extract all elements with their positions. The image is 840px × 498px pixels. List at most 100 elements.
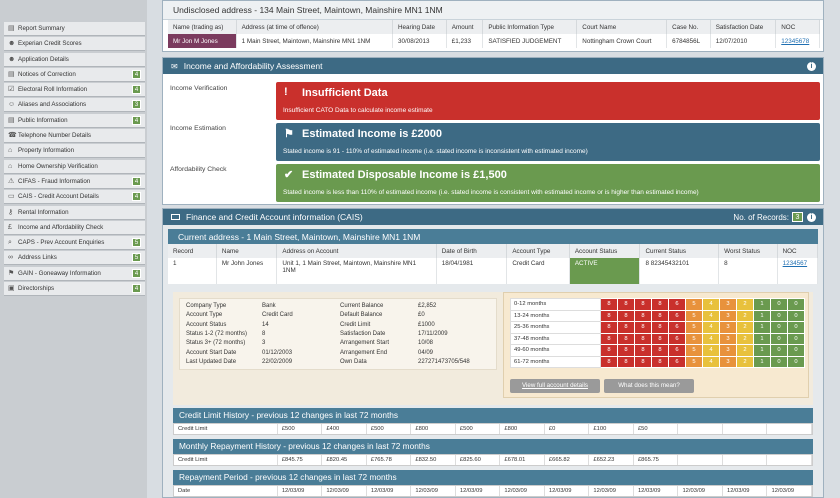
detail-value: £1000 [418, 321, 435, 328]
status-cell: 4 [702, 332, 720, 345]
status-cell: 8 [634, 309, 652, 322]
sidebar-item[interactable]: ▤ Notices of Correction 4 [4, 67, 145, 82]
flag-icon: ⚑ [8, 269, 15, 277]
user-icon: ☻ [8, 55, 16, 63]
sidebar-item[interactable]: ⚑ GAIN - Goneaway Information 4 [4, 266, 145, 281]
status-cell: 3 [719, 298, 737, 311]
history-value: £800 [411, 424, 456, 434]
history-label: Date [174, 486, 278, 496]
column-header: Amount [446, 20, 484, 34]
status-cell: 1 [753, 332, 771, 345]
sidebar-item[interactable]: ⌂ Property Information [4, 144, 145, 159]
sidebar-item[interactable]: ⌕ CAPS - Prev Account Enquiries 5 [4, 236, 145, 251]
count-badge: 4 [132, 69, 141, 79]
column-header: Account Status [569, 244, 641, 258]
history-value: 12/03/09 [278, 486, 323, 496]
info-icon[interactable]: i [807, 213, 816, 222]
status-cell: 8 [634, 355, 652, 368]
detail-value: 04/09 [418, 349, 434, 356]
sidebar-item[interactable]: ∞ Address Links 5 [4, 251, 145, 266]
home-icon: ⌂ [8, 147, 13, 155]
grid-row: 49-60 months 8 8 8 8 6 5 4 3 2 1 0 0 [510, 344, 805, 357]
sidebar-item[interactable]: ▣ Directorships 4 [4, 282, 145, 297]
detail-label: Satisfaction Date [340, 330, 386, 337]
status-cell: 4 [702, 321, 720, 334]
sidebar-item[interactable]: ⚠ CIFAS - Fraud Information 4 [4, 174, 145, 189]
detail-label: Account Start Date [186, 349, 237, 356]
history-value: £500 [367, 424, 412, 434]
history-value: £0 [545, 424, 590, 434]
table-cell: 1 Main Street, Maintown, Mainshire MN1 1… [236, 34, 393, 48]
status-cell: 8 [634, 344, 652, 357]
noc-link[interactable]: 1234567 [777, 258, 819, 284]
status-cell: 4 [702, 355, 720, 368]
status-cell: 8 [651, 309, 669, 322]
status-cell: 8 [617, 344, 635, 357]
column-header: Current Status [639, 244, 720, 258]
history-value [767, 424, 812, 434]
detail-value: 227271473705/548 [418, 358, 470, 365]
sidebar-item-label: Application Details [18, 55, 69, 63]
table-cell: 18/04/1981 [436, 258, 508, 284]
sidebar-item[interactable]: £ Income and Affordability Check [4, 220, 145, 235]
history-title: Credit Limit History - previous 12 chang… [173, 408, 813, 423]
column-header: Satisfaction Date [710, 20, 777, 34]
sidebar-item[interactable]: ▤ Public Information 4 [4, 113, 145, 128]
table-header-row: Record Name Address on Account Date of Birt… [168, 244, 819, 258]
detail-label: Account Type [186, 312, 223, 319]
table-cell: Unit 1, 1 Main Street, Maintown, Mainshi… [276, 258, 437, 284]
users-icon: ☺ [8, 101, 16, 109]
sidebar-item[interactable]: ☎ Telephone Number Details [4, 129, 145, 144]
assessment-box: ⚑ Estimated Income is £2000 Stated income … [276, 123, 820, 161]
detail-value: 10/08 [418, 340, 434, 347]
sidebar-item-label: CIFAS - Fraud Information [18, 177, 91, 185]
table-cell: Nottingham Crown Court [576, 34, 668, 48]
history-value: 12/03/09 [678, 486, 723, 496]
status-cell: 1 [753, 309, 771, 322]
history-value: £800 [500, 424, 545, 434]
info-icon[interactable]: i [807, 62, 816, 71]
status-cell: 8 [600, 298, 618, 311]
history-value: £865.75 [634, 455, 679, 465]
sidebar-item[interactable]: ▭ CAIS - Credit Account Details 4 [4, 190, 145, 205]
sidebar-item[interactable]: ☻ Experian Credit Scores [4, 37, 145, 52]
status-cell: 8 [600, 332, 618, 345]
status-cell: 8 [600, 344, 618, 357]
user-icon: ☻ [8, 40, 16, 48]
sidebar-item[interactable]: ☻ Application Details [4, 52, 145, 67]
history-value: 12/03/09 [634, 486, 679, 496]
income-affordability-panel: ✉ Income and Affordability Assessment i … [162, 57, 824, 205]
sidebar-item[interactable]: ▤ Report Summary [4, 22, 145, 36]
sidebar-item-label: Telephone Number Details [18, 132, 91, 140]
history-value: £50 [634, 424, 679, 434]
history-section: Monthly Repayment History - previous 12 … [173, 439, 813, 466]
status-cell: 4 [702, 344, 720, 357]
status-cell: 0 [787, 298, 805, 311]
view-full-account-details-button[interactable]: View full account details [510, 379, 600, 393]
table-cell: 12/07/2010 [710, 34, 777, 48]
status-cell: 8 [600, 309, 618, 322]
status-cell: 6 [668, 309, 686, 322]
status-cell: 3 [719, 355, 737, 368]
sidebar-item[interactable]: ⚷ Rental Information [4, 205, 145, 220]
noc-link[interactable]: 12345678 [775, 34, 820, 48]
sidebar-item-label: Directorships [18, 285, 55, 293]
status-cell: 8 [617, 309, 635, 322]
sidebar-item[interactable]: ☺ Aliases and Associations 3 [4, 98, 145, 113]
sidebar-item[interactable]: ☑ Electoral Roll Information 4 [4, 83, 145, 98]
table-cell: £1,233 [446, 34, 484, 48]
assessment-label: Income Estimation [170, 125, 226, 132]
status-cell: 5 [685, 332, 703, 345]
detail-value: £0 [418, 312, 425, 319]
grid-row-label: 61-72 months [510, 355, 601, 368]
sidebar-item-label: Rental Information [18, 208, 69, 216]
payment-status-grid: 0-12 months 8 8 8 8 6 5 4 3 2 1 0 0 13-24 months 8 8 8 8 6… [503, 292, 809, 398]
status-cell: 6 [668, 321, 686, 334]
sidebar-item[interactable]: ⌂ Home Ownership Verification [4, 159, 145, 174]
history-section: Credit Limit History - previous 12 chang… [173, 408, 813, 435]
cais-title: Finance and Credit Account information (… [186, 212, 363, 222]
status-cell: 8 [651, 298, 669, 311]
detail-label: Current Balance [340, 303, 384, 309]
what-does-this-mean-button[interactable]: What does this mean? [604, 379, 694, 393]
column-header: Date of Birth [436, 244, 508, 258]
